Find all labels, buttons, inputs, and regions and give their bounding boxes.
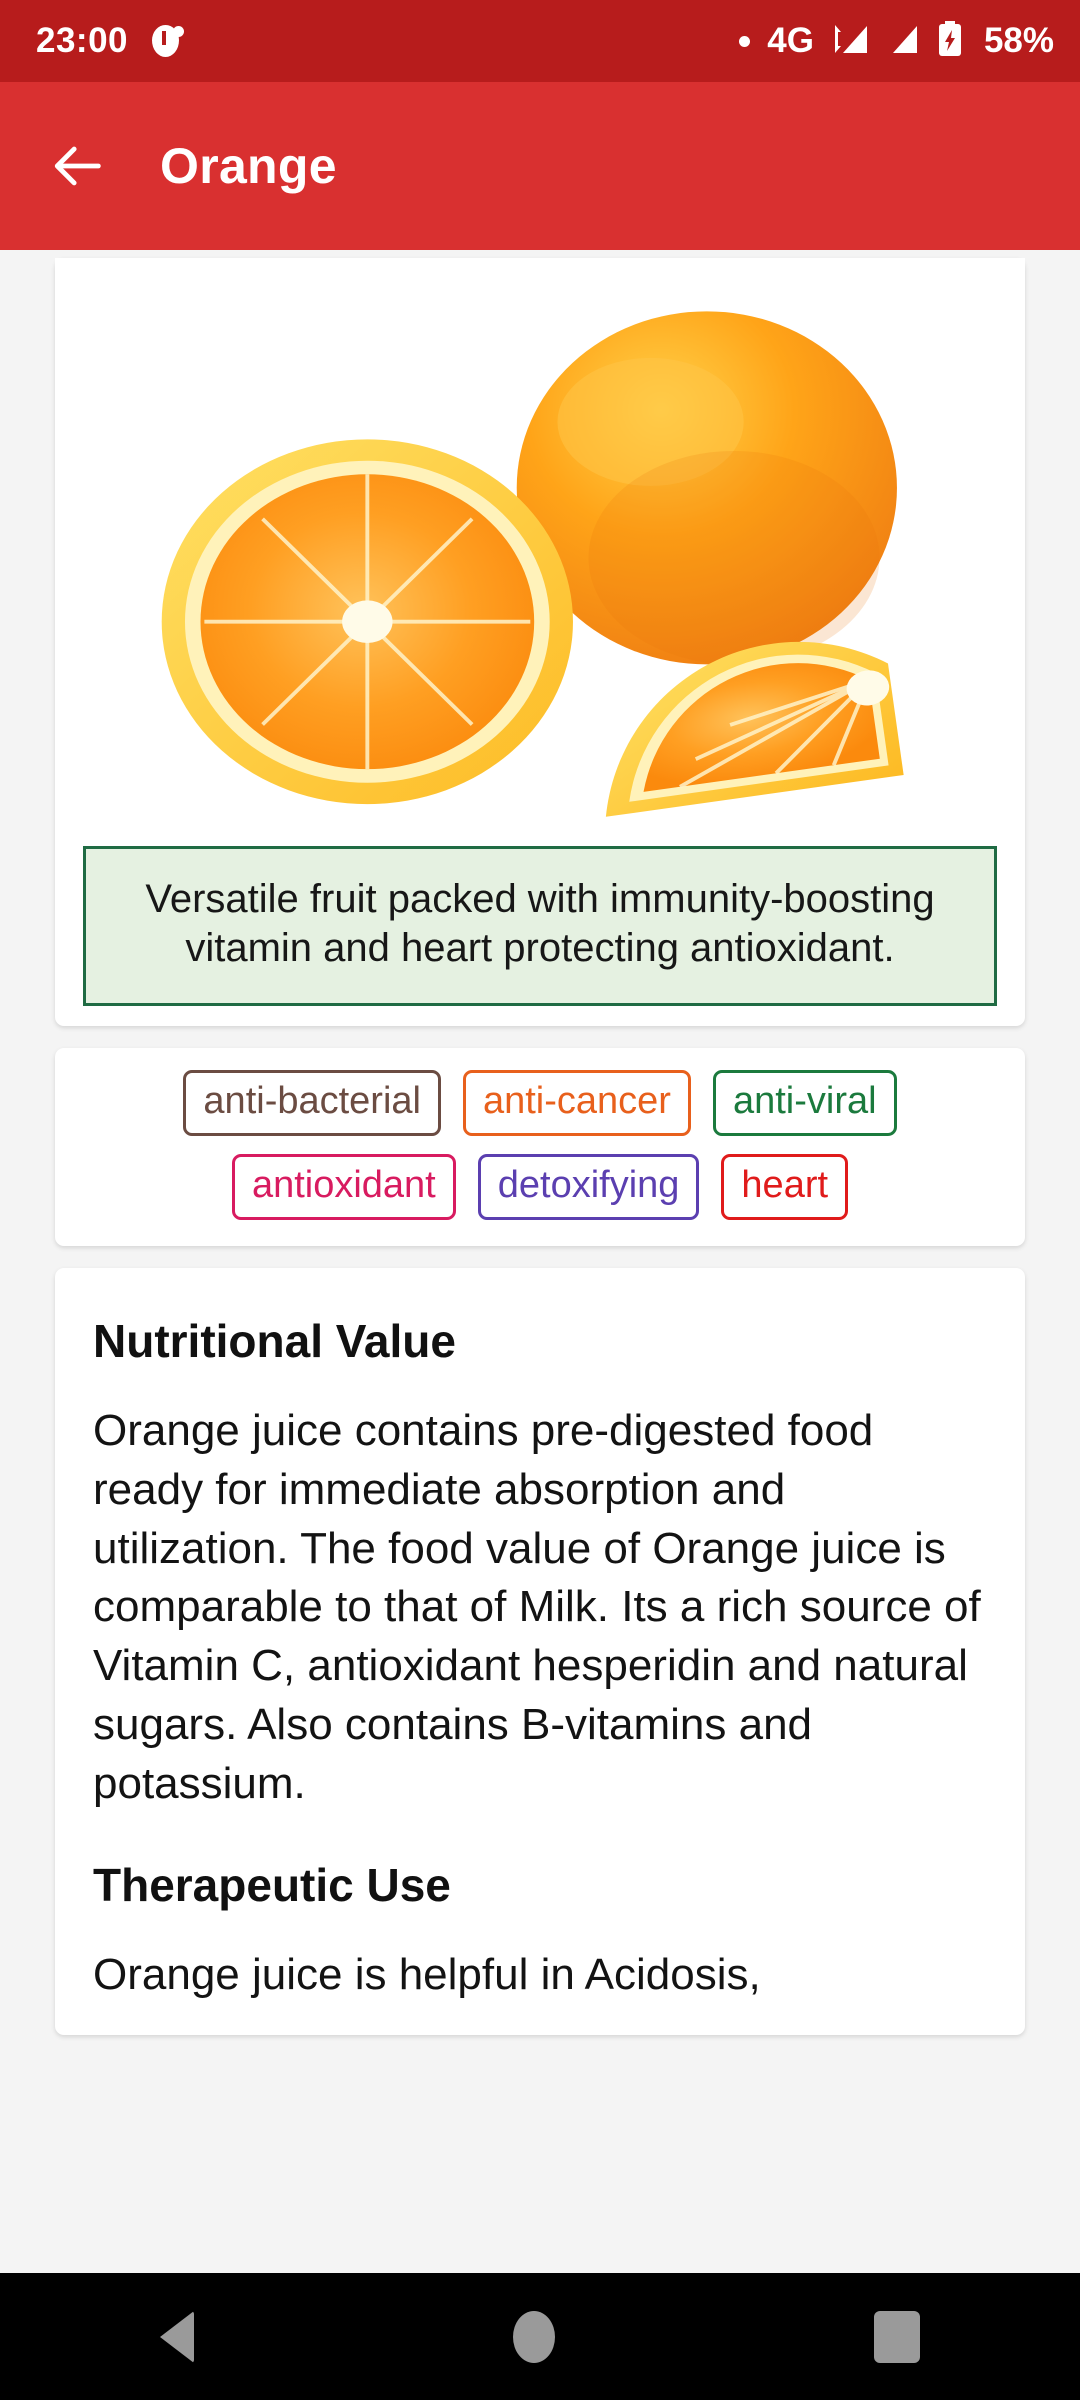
tag-anti-bacterial[interactable]: anti-bacterial [183, 1069, 441, 1136]
back-arrow-icon[interactable] [50, 137, 108, 195]
network-type-label: 4G [767, 21, 814, 60]
status-bar-left: 23:00 [36, 21, 185, 61]
description-box: Versatile fruit packed with immunity-boo… [83, 846, 997, 1006]
nav-back-triangle-icon[interactable] [159, 2310, 194, 2363]
tag-row-2: antioxidant detoxifying heart [79, 1153, 1001, 1220]
orange-fruit-photo [55, 258, 1025, 838]
status-time: 23:00 [36, 21, 129, 60]
page-title: Orange [160, 138, 337, 194]
nav-home-circle-icon[interactable] [512, 2310, 555, 2363]
tag-heart[interactable]: heart [721, 1153, 849, 1220]
signal-bars-icon [888, 22, 920, 61]
app-bar: Orange [0, 82, 1080, 250]
tag-anti-viral[interactable]: anti-viral [712, 1069, 897, 1136]
tag-anti-cancer[interactable]: anti-cancer [462, 1069, 691, 1136]
nav-recents-square-icon[interactable] [874, 2310, 921, 2363]
tag-row-1: anti-bacterial anti-cancer anti-viral [79, 1069, 1001, 1136]
tags-card: anti-bacterial anti-cancer anti-viral an… [55, 1047, 1025, 1246]
section-heading-therapeutic-use: Therapeutic Use [93, 1859, 451, 1912]
section-heading-nutritional-value: Nutritional Value [93, 1314, 456, 1367]
status-bar: 23:00 4G 58% [0, 0, 1080, 82]
tag-antioxidant[interactable]: antioxidant [231, 1153, 456, 1220]
section-body-nutritional-value: Orange juice contains pre-digested food … [93, 1405, 981, 1809]
status-bar-right: 4G 58% [739, 20, 1054, 62]
signal-data-icon [831, 22, 871, 61]
tag-detoxifying[interactable]: detoxifying [477, 1153, 700, 1220]
notification-dot-icon [739, 35, 751, 47]
battery-charging-icon [937, 20, 963, 62]
scroll-content[interactable]: Versatile fruit packed with immunity-boo… [0, 250, 1080, 2273]
info-card: Nutritional Value Orange juice contains … [55, 1267, 1025, 2036]
system-navigation-bar [0, 2273, 1080, 2400]
phone-screen: 23:00 4G 58% Orange Versatile fruit pack… [0, 0, 1080, 2400]
section-body-therapeutic-use: Orange juice is helpful in Acidosis, [93, 1950, 761, 2000]
alarm-clock-icon [150, 24, 185, 58]
battery-percent-label: 58% [983, 21, 1054, 60]
hero-card: Versatile fruit packed with immunity-boo… [55, 258, 1025, 1026]
